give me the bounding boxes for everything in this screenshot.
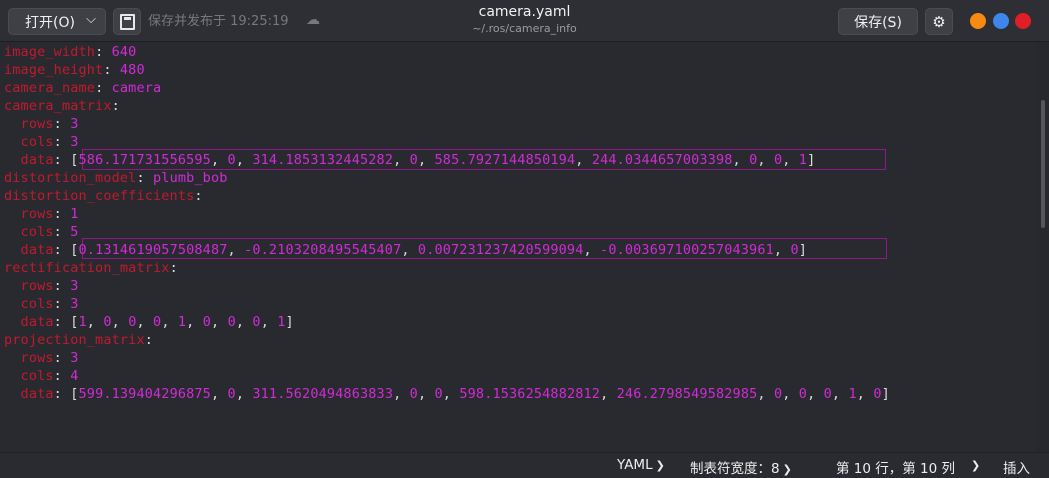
yaml-value: 3: [70, 116, 79, 132]
cursor-position[interactable]: 第 10 行，第 10 列: [836, 457, 955, 477]
yaml-key: data: [4, 242, 54, 258]
yaml-key: data: [4, 386, 54, 402]
yaml-key: camera_name: [4, 80, 96, 96]
code-line: distortion_model: plumb_bob: [4, 170, 228, 186]
text-editor[interactable]: image_width: 640 image_height: 480 camera_…: [0, 42, 1036, 452]
vertical-scrollbar[interactable]: [1036, 42, 1049, 452]
yaml-value: [599.139404296875, 0, 311.5620494863833,…: [70, 386, 890, 402]
yaml-value: 3: [70, 296, 79, 312]
yaml-key: distortion_coefficients: [4, 188, 195, 204]
gear-icon[interactable]: ⚙: [925, 8, 953, 35]
yaml-key: image_height: [4, 62, 104, 78]
chevron-down-icon[interactable]: ❯: [968, 457, 980, 473]
yaml-key: rows: [4, 116, 54, 132]
yaml-value: 3: [70, 134, 79, 150]
code-line: cols: 3: [4, 134, 79, 150]
yaml-value: [1, 0, 0, 0, 1, 0, 0, 0, 1]: [70, 314, 294, 330]
save-button[interactable]: 保存(S): [838, 8, 918, 35]
yaml-key: camera_matrix: [4, 98, 112, 114]
code-line: camera_matrix:: [4, 98, 120, 114]
code-line: projection_matrix:: [4, 332, 154, 348]
yaml-key: cols: [4, 134, 54, 150]
scrollbar-thumb[interactable]: [1041, 100, 1045, 228]
tab-width-selector[interactable]: 制表符宽度：8 ❯: [690, 457, 792, 477]
code-line: rectification_matrix:: [4, 260, 178, 276]
yaml-key: data: [4, 152, 54, 168]
yaml-key: cols: [4, 296, 54, 312]
cursor-position-label: 第 10 行，第 10 列: [836, 461, 956, 477]
code-line: rows: 3: [4, 116, 79, 132]
yaml-key: cols: [4, 368, 54, 384]
yaml-value: 5: [70, 224, 79, 240]
yaml-value: [0.1314619057508487, -0.2103208495545407…: [70, 242, 808, 258]
minimize-button[interactable]: [970, 13, 986, 29]
header-bar: 打开(O) ⌵ 保存并发布于 19:25:19 ☁ camera.yaml ~/…: [0, 0, 1049, 42]
code-line: camera_name: camera: [4, 80, 162, 96]
status-bar: YAML ❯ 制表符宽度：8 ❯ 第 10 行，第 10 列 ❯ 插入: [0, 452, 1049, 478]
tab-width-label: 制表符宽度：8: [690, 461, 780, 477]
code-line: cols: 3: [4, 296, 79, 312]
yaml-value: [586.171731556595, 0, 314.1853132445282,…: [70, 152, 816, 168]
yaml-value: 4: [70, 368, 79, 384]
code-line: data: [0.1314619057508487, -0.2103208495…: [4, 242, 808, 258]
language-selector[interactable]: YAML ❯: [617, 457, 665, 473]
code-line: image_width: 640: [4, 44, 137, 60]
code-line: data: [586.171731556595, 0, 314.18531324…: [4, 152, 816, 168]
code-line: distortion_coefficients:: [4, 188, 203, 204]
code-line: cols: 4: [4, 368, 79, 384]
code-line: data: [599.139404296875, 0, 311.56204948…: [4, 386, 890, 402]
language-label: YAML: [617, 457, 653, 473]
yaml-value: camera: [111, 80, 162, 96]
code-line: rows: 1: [4, 206, 79, 222]
yaml-key: rows: [4, 350, 54, 366]
yaml-key: distortion_model: [4, 170, 137, 186]
yaml-value: 640: [111, 44, 137, 60]
close-button[interactable]: [1015, 13, 1031, 29]
code-line: data: [1, 0, 0, 0, 1, 0, 0, 0, 1]: [4, 314, 294, 330]
code-line: image_height: 480: [4, 62, 145, 78]
yaml-key: rows: [4, 206, 54, 222]
yaml-key: rectification_matrix: [4, 260, 170, 276]
yaml-value: 1: [70, 206, 79, 222]
maximize-button[interactable]: [993, 13, 1009, 29]
yaml-value: 3: [70, 278, 79, 294]
yaml-key: cols: [4, 224, 54, 240]
code-line: rows: 3: [4, 278, 79, 294]
yaml-value: 3: [70, 350, 79, 366]
yaml-key: projection_matrix: [4, 332, 145, 348]
insert-mode[interactable]: 插入: [1003, 457, 1030, 477]
chevron-down-icon: ❯: [655, 459, 665, 472]
yaml-key: rows: [4, 278, 54, 294]
yaml-key: data: [4, 314, 54, 330]
yaml-key: image_width: [4, 44, 96, 60]
code-line: rows: 3: [4, 350, 79, 366]
code-line: cols: 5: [4, 224, 79, 240]
yaml-value: 480: [119, 62, 145, 78]
chevron-down-icon: ❯: [782, 463, 792, 476]
yaml-value: plumb_bob: [153, 170, 228, 186]
